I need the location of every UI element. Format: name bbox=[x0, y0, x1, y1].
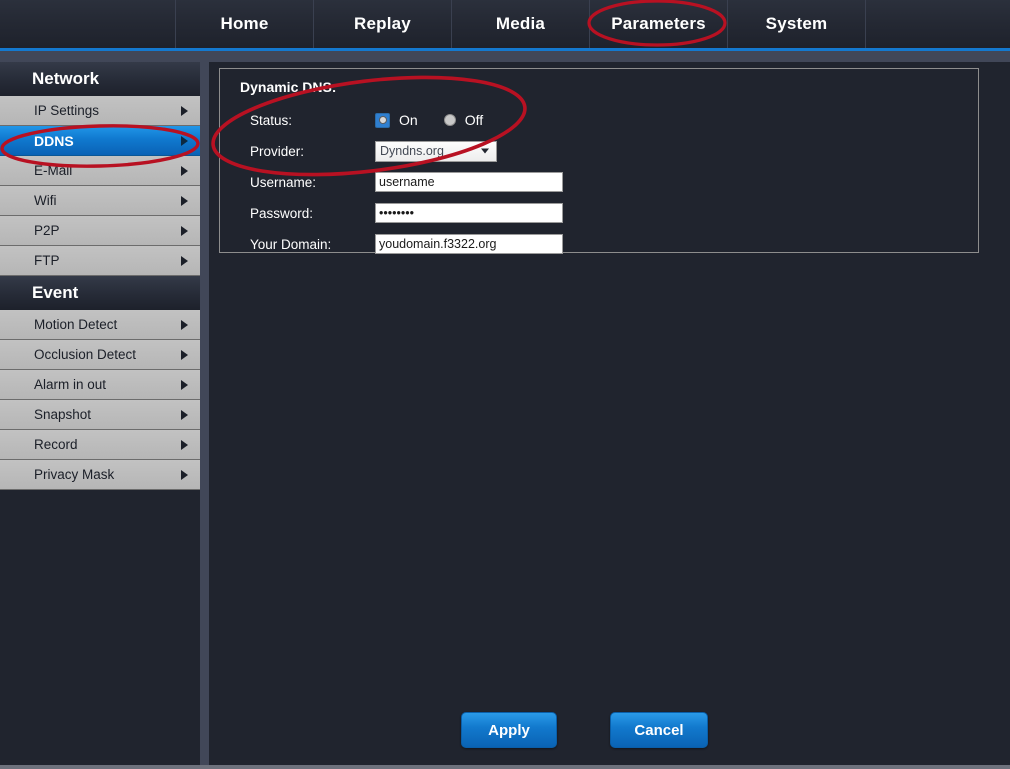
nav-tab-replay-label: Replay bbox=[354, 14, 411, 33]
sidebar-item-email[interactable]: E-Mail bbox=[0, 156, 200, 186]
radio-status-off[interactable] bbox=[443, 114, 456, 126]
field-row-provider: Provider: Dyndns.org bbox=[250, 138, 950, 164]
nav-tab-system-label: System bbox=[765, 14, 828, 33]
sidebar-item-privacy-mask-label: Privacy Mask bbox=[34, 467, 115, 482]
sidebar-item-snapshot[interactable]: Snapshot bbox=[0, 400, 200, 430]
password-input[interactable] bbox=[375, 203, 563, 223]
sidebar-group-header-network-label: Network bbox=[32, 69, 100, 88]
sidebar-item-ip-settings[interactable]: IP Settings bbox=[0, 96, 200, 126]
sidebar-item-ddns-label: DDNS bbox=[34, 132, 74, 149]
your-domain-input[interactable] bbox=[375, 234, 563, 254]
radio-status-on[interactable] bbox=[375, 112, 390, 128]
sidebar: Network IP Settings DDNS E-Mail Wifi P2P… bbox=[0, 62, 200, 769]
sidebar-group-header-network: Network bbox=[0, 62, 200, 96]
sub-navigation-strip bbox=[0, 51, 1010, 62]
sidebar-item-ftp[interactable]: FTP bbox=[0, 246, 200, 276]
sidebar-item-motion-detect-label: Motion Detect bbox=[34, 317, 118, 332]
nav-tab-media-label: Media bbox=[495, 14, 546, 33]
sidebar-item-privacy-mask[interactable]: Privacy Mask bbox=[0, 460, 200, 490]
status-label: Status: bbox=[250, 112, 293, 128]
provider-label: Provider: bbox=[250, 143, 305, 159]
chevron-right-icon bbox=[181, 135, 188, 146]
sidebar-item-ftp-label: FTP bbox=[34, 253, 60, 268]
nav-tab-parameters-label: Parameters bbox=[611, 14, 706, 33]
sidebar-group-header-event: Event bbox=[0, 276, 200, 310]
chevron-down-icon bbox=[481, 148, 489, 154]
sidebar-item-p2p-label: P2P bbox=[34, 223, 60, 238]
sidebar-group-header-event-label: Event bbox=[32, 283, 79, 302]
sidebar-item-wifi[interactable]: Wifi bbox=[0, 186, 200, 216]
sidebar-item-snapshot-label: Snapshot bbox=[34, 407, 92, 422]
chevron-right-icon bbox=[181, 409, 188, 420]
nav-tab-system[interactable]: System bbox=[728, 0, 866, 48]
sidebar-item-occlusion-detect-label: Occlusion Detect bbox=[34, 347, 137, 362]
bottom-bar bbox=[0, 765, 1010, 769]
top-navigation-bar: Home Replay Media Parameters System bbox=[0, 0, 1010, 48]
radio-status-off-label: Off bbox=[464, 112, 484, 128]
provider-select[interactable]: Dyndns.org bbox=[375, 140, 497, 162]
sidebar-item-email-label: E-Mail bbox=[34, 163, 73, 178]
sidebar-item-p2p[interactable]: P2P bbox=[0, 216, 200, 246]
nav-tab-home[interactable]: Home bbox=[176, 0, 314, 48]
your-domain-label: Your Domain: bbox=[250, 236, 332, 252]
nav-logo-spacer bbox=[0, 0, 176, 48]
nav-tab-replay[interactable]: Replay bbox=[314, 0, 452, 48]
action-button-bar: Apply Cancel bbox=[209, 712, 1010, 762]
nav-tab-parameters[interactable]: Parameters bbox=[590, 0, 728, 48]
cancel-button[interactable]: Cancel bbox=[610, 712, 708, 748]
chevron-right-icon bbox=[181, 469, 188, 480]
nav-tab-media[interactable]: Media bbox=[452, 0, 590, 48]
sidebar-item-record-label: Record bbox=[34, 437, 78, 452]
field-row-username: Username: bbox=[250, 169, 950, 195]
chevron-right-icon bbox=[181, 349, 188, 360]
nav-tab-home-label: Home bbox=[220, 14, 269, 33]
panel-title: Dynamic DNS: bbox=[240, 79, 337, 95]
main-content: Dynamic DNS: Status: On Off Provider: Dy… bbox=[209, 62, 1010, 769]
chevron-right-icon bbox=[181, 225, 188, 236]
chevron-right-icon bbox=[181, 439, 188, 450]
radio-status-on-label: On bbox=[399, 112, 418, 128]
sidebar-item-motion-detect[interactable]: Motion Detect bbox=[0, 310, 200, 340]
sidebar-item-ip-settings-label: IP Settings bbox=[34, 103, 100, 118]
sidebar-item-alarm-in-out-label: Alarm in out bbox=[34, 377, 107, 392]
provider-select-value: Dyndns.org bbox=[380, 144, 444, 158]
password-label: Password: bbox=[250, 205, 314, 221]
sidebar-item-alarm-in-out[interactable]: Alarm in out bbox=[0, 370, 200, 400]
apply-button-label: Apply bbox=[488, 721, 530, 739]
nav-right-filler bbox=[866, 0, 1010, 48]
chevron-right-icon bbox=[181, 165, 188, 176]
chevron-right-icon bbox=[181, 319, 188, 330]
sidebar-item-ddns[interactable]: DDNS bbox=[0, 126, 200, 156]
chevron-right-icon bbox=[181, 379, 188, 390]
field-row-password: Password: bbox=[250, 200, 950, 226]
dynamic-dns-panel: Dynamic DNS: Status: On Off Provider: Dy… bbox=[219, 68, 979, 254]
chevron-right-icon bbox=[181, 195, 188, 206]
username-input[interactable] bbox=[375, 172, 563, 192]
sidebar-item-occlusion-detect[interactable]: Occlusion Detect bbox=[0, 340, 200, 370]
apply-button[interactable]: Apply bbox=[461, 712, 557, 748]
sidebar-item-wifi-label: Wifi bbox=[34, 193, 57, 208]
username-label: Username: bbox=[250, 174, 317, 190]
sidebar-item-record[interactable]: Record bbox=[0, 430, 200, 460]
chevron-right-icon bbox=[181, 255, 188, 266]
chevron-right-icon bbox=[181, 105, 188, 116]
field-row-status: Status: On Off bbox=[250, 107, 950, 133]
field-row-domain: Your Domain: bbox=[250, 231, 950, 257]
sidebar-divider bbox=[200, 62, 209, 769]
cancel-button-label: Cancel bbox=[634, 721, 684, 739]
